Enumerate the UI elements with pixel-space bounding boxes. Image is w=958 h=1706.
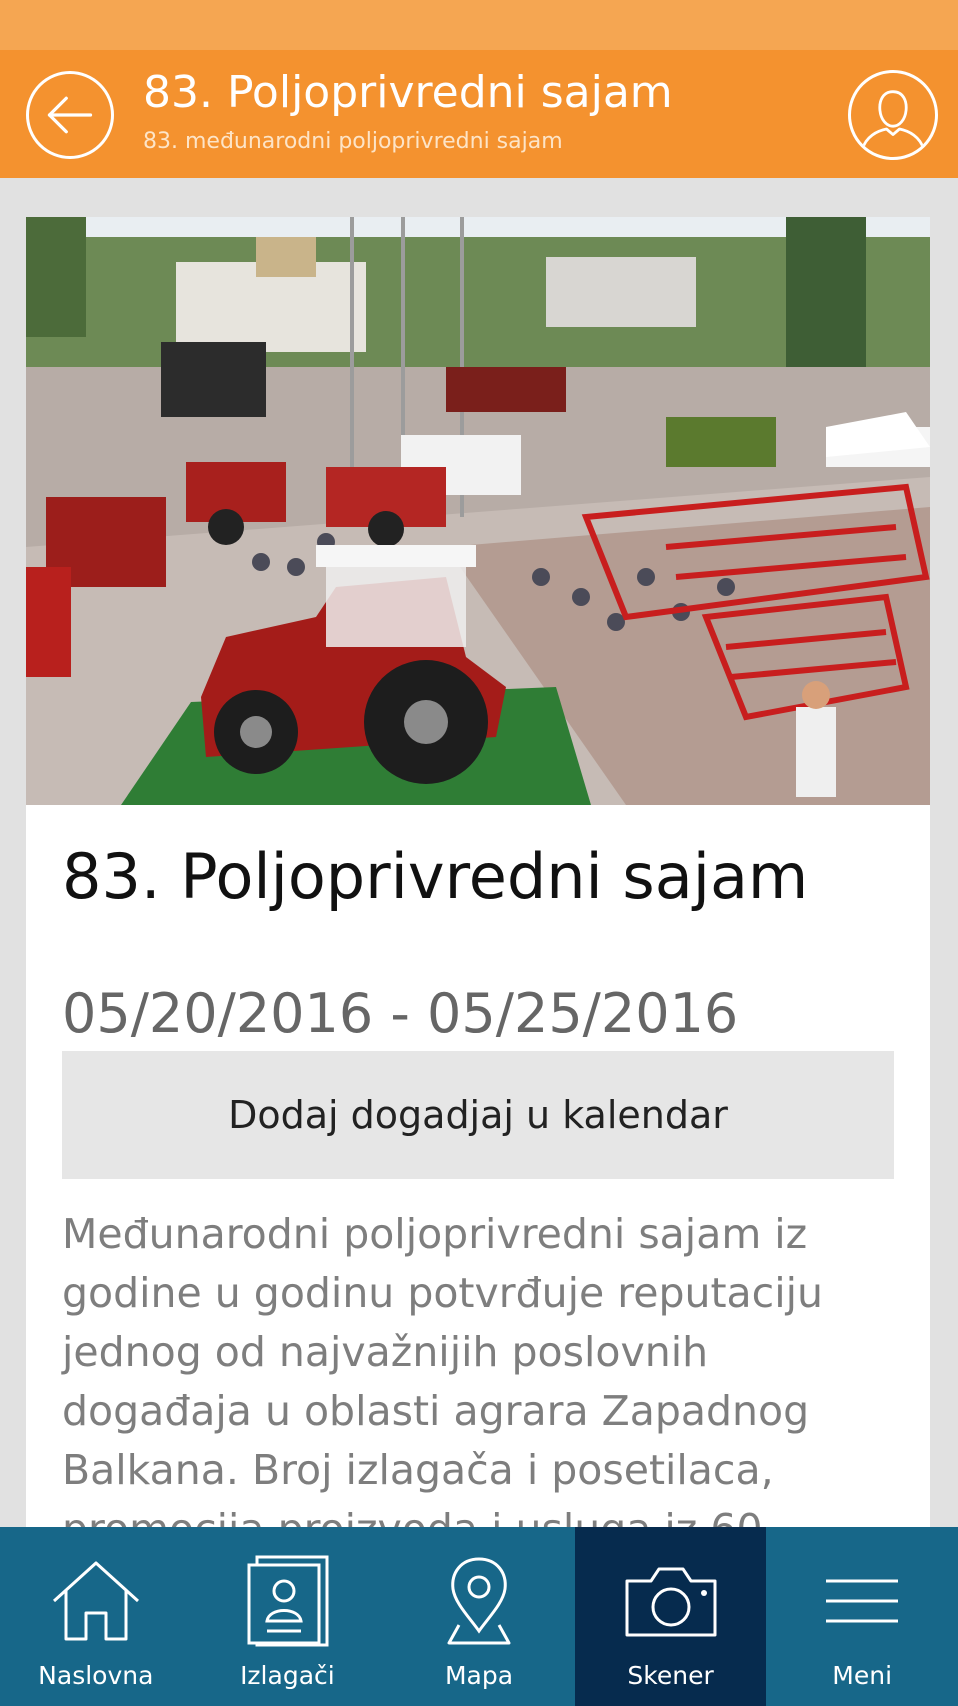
nav-item-meni[interactable]: Meni [766,1527,958,1706]
home-icon [46,1551,146,1651]
nav-label: Izlagači [240,1661,335,1690]
event-card: 83. Poljoprivredni sajam 05/20/2016 - 05… [26,217,930,1527]
app-bar: 83. Poljoprivredni sajam 83. međunarodni… [0,50,958,178]
nav-label: Meni [832,1661,893,1690]
nav-item-izlagaci[interactable]: Izlagači [192,1527,384,1706]
arrow-left-icon [47,96,93,134]
event-photo [26,217,930,805]
page-title: 83. Poljoprivredni sajam [143,67,673,118]
exhibitor-card-icon [237,1551,337,1651]
bottom-navigation: Naslovna Izlagači Mapa Skener Meni [0,1527,958,1706]
profile-button[interactable] [848,70,938,160]
nav-label: Naslovna [38,1661,154,1690]
map-pin-icon [429,1551,529,1651]
camera-icon [621,1551,721,1651]
user-icon [860,90,926,150]
nav-label: Skener [627,1661,714,1690]
nav-item-skener[interactable]: Skener [574,1527,767,1706]
page-subtitle: 83. međunarodni poljoprivredni sajam [143,129,563,154]
add-to-calendar-button[interactable]: Dodaj dogadjaj u kalendar [62,1051,894,1179]
event-description: Međunarodni poljoprivredni sajam iz godi… [62,1210,823,1527]
event-dates: 05/20/2016 - 05/25/2016 [62,982,739,1045]
status-bar [0,0,958,50]
nav-item-naslovna[interactable]: Naslovna [0,1527,192,1706]
event-title: 83. Poljoprivredni sajam [62,840,809,913]
back-button[interactable] [26,71,114,159]
nav-item-mapa[interactable]: Mapa [383,1527,575,1706]
menu-icon [812,1551,912,1651]
nav-label: Mapa [444,1661,514,1690]
